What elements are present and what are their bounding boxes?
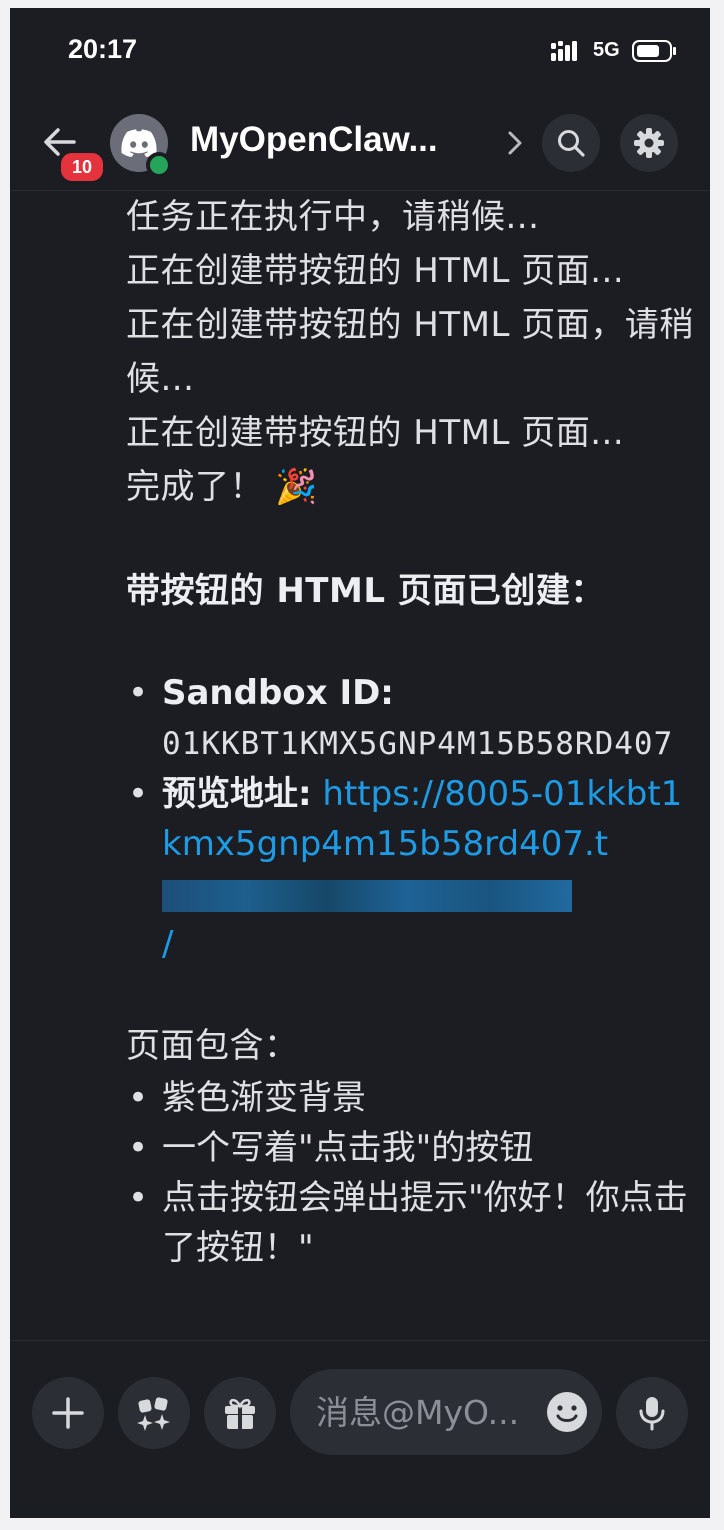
message-line: 正在创建带按钮的 HTML 页面... (126, 413, 625, 453)
gift-icon (225, 1398, 255, 1429)
preview-label: 预览地址: (162, 774, 312, 814)
redacted-url-part (162, 879, 572, 912)
add-button[interactable] (32, 1377, 104, 1449)
search-button[interactable] (542, 114, 600, 172)
message-input-box[interactable] (290, 1369, 602, 1455)
emoji-smile-icon[interactable] (546, 1391, 588, 1433)
plus-icon (52, 1397, 84, 1429)
status-bar: 20:17 5G (10, 8, 710, 92)
channel-title[interactable]: MyOpenClaw... (190, 120, 438, 160)
list-item: 一个写着"点击我"的按钮 (126, 1123, 696, 1173)
gift-button[interactable] (204, 1377, 276, 1449)
phone-screen: 20:17 5G 10 MyOpenClaw... 任务正在执行中，请稍候...… (10, 8, 710, 1518)
chat-header: 10 MyOpenClaw... (10, 92, 710, 191)
message-input[interactable] (314, 1387, 536, 1437)
message-composer (10, 1340, 710, 1518)
network-label: 5G (593, 39, 620, 61)
list-item-preview: 预览地址: https://8005-01kkbt1kmx5gnp4m15b58… (126, 769, 696, 969)
message-line: 正在创建带按钮的 HTML 页面，请稍候... (126, 305, 694, 399)
battery-icon (632, 40, 676, 62)
status-time: 20:17 (68, 34, 138, 64)
contains-heading: 页面包含： (126, 1026, 299, 1066)
done-text: 完成了！ (126, 467, 264, 507)
online-status-dot (146, 152, 172, 178)
message-heading: 带按钮的 HTML 页面已创建： (126, 571, 605, 611)
gear-icon (634, 128, 664, 158)
list-item-sandbox: Sandbox ID: 01KKBT1KMX5GNP4M15B58RD407 (126, 668, 696, 769)
list-item: 紫色渐变背景 (126, 1073, 696, 1123)
chevron-right-icon[interactable] (507, 130, 523, 156)
signal-icon (551, 41, 577, 61)
message-line-done: 完成了！ 🎉 (126, 460, 696, 514)
list-item: 点击按钮会弹出提示"你好！你点击了按钮！" (126, 1173, 696, 1273)
apps-sparkle-icon (137, 1397, 170, 1431)
search-icon (558, 130, 585, 157)
message-line: 任务正在执行中，请稍候... (126, 197, 540, 237)
message-content: 任务正在执行中，请稍候... 正在创建带按钮的 HTML 页面... 正在创建带… (126, 190, 696, 1338)
unread-badge: 10 (58, 150, 106, 184)
mic-button[interactable] (616, 1377, 688, 1449)
sandbox-label: Sandbox ID: (162, 673, 394, 713)
settings-button[interactable] (620, 114, 678, 172)
party-popper-emoji: 🎉 (275, 467, 319, 507)
microphone-icon (639, 1397, 665, 1431)
message-line: 正在创建带按钮的 HTML 页面... (126, 251, 625, 291)
sandbox-id: 01KKBT1KMX5GNP4M15B58RD407 (162, 726, 674, 762)
apps-button[interactable] (118, 1377, 190, 1449)
